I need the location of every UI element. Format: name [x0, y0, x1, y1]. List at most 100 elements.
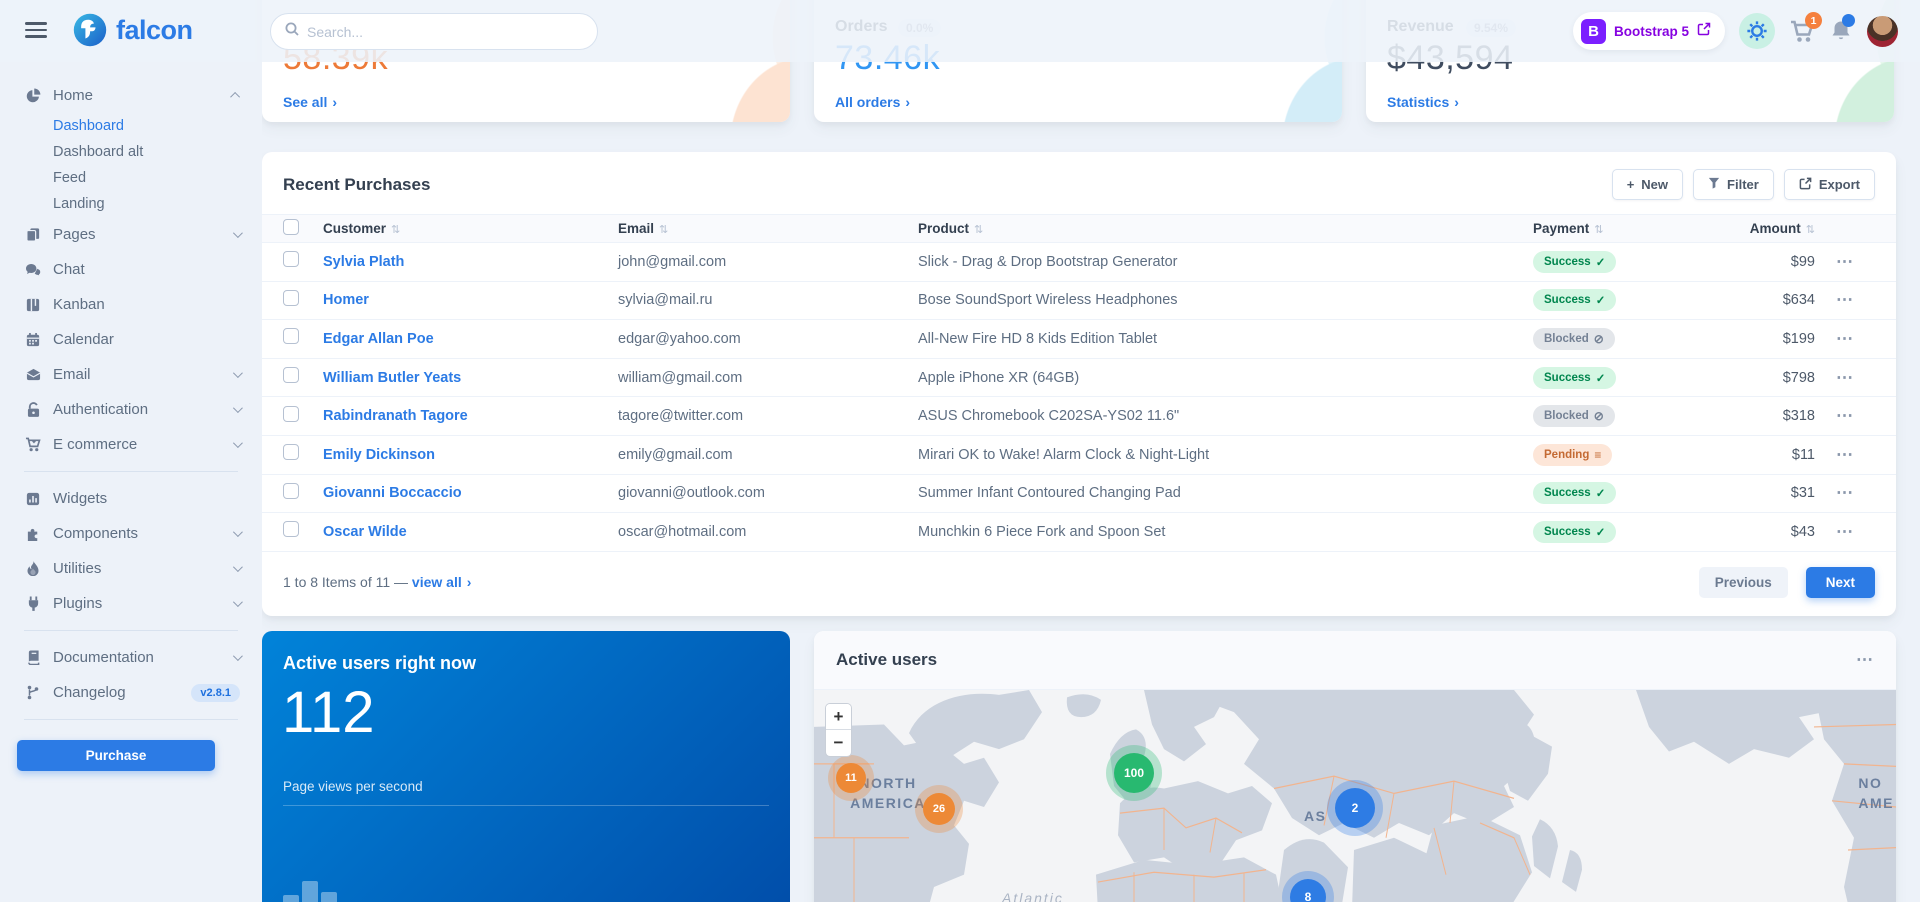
- customer-link[interactable]: Rabindranath Tagore: [323, 408, 618, 424]
- app-window: 58.39k See all Orders 0.0% 73.46k All or…: [0, 0, 1920, 902]
- brand-name: falcon: [116, 15, 193, 46]
- world-map[interactable]: + − NORTH AMERICA AS NO AME Atlantic 11 …: [814, 690, 1896, 902]
- product-cell: Munchkin 6 Piece Fork and Spoon Set: [918, 524, 1533, 540]
- status-icon: [1596, 525, 1606, 539]
- row-menu-button[interactable]: ⋯: [1815, 368, 1875, 388]
- map-marker-2[interactable]: 2: [1335, 788, 1375, 828]
- sidebar-item-dashboard[interactable]: Dashboard: [0, 113, 262, 139]
- sidebar-item-widgets[interactable]: Widgets: [0, 481, 262, 516]
- row-checkbox[interactable]: [283, 251, 299, 267]
- view-all-link[interactable]: view all: [412, 574, 471, 590]
- sort-icon: [659, 221, 668, 236]
- previous-button[interactable]: Previous: [1699, 567, 1788, 598]
- settings-button[interactable]: [1739, 13, 1775, 49]
- map-marker-100[interactable]: 100: [1114, 753, 1154, 793]
- sidebar-item-pages[interactable]: Pages: [0, 217, 262, 252]
- sidebar-item-email[interactable]: Email: [0, 357, 262, 392]
- hamburger-menu-button[interactable]: [25, 22, 47, 42]
- column-header-amount[interactable]: Amount: [1728, 221, 1815, 236]
- sidebar-item-dashboard-alt[interactable]: Dashboard alt: [0, 139, 262, 165]
- column-header-product[interactable]: Product: [918, 221, 1533, 236]
- row-checkbox[interactable]: [283, 367, 299, 383]
- sidebar-item-changelog[interactable]: Changelog v2.8.1: [0, 675, 262, 710]
- row-menu-button[interactable]: ⋯: [1815, 445, 1875, 465]
- bar: [302, 881, 318, 902]
- falcon-logo[interactable]: falcon: [72, 12, 193, 48]
- sidebar-item-authentication[interactable]: Authentication: [0, 392, 262, 427]
- sidebar-item-chat[interactable]: Chat: [0, 252, 262, 287]
- notifications-button[interactable]: [1829, 19, 1853, 43]
- row-checkbox[interactable]: [283, 290, 299, 306]
- customer-link[interactable]: Oscar Wilde: [323, 524, 618, 540]
- row-checkbox[interactable]: [283, 483, 299, 499]
- lock-icon: [24, 402, 42, 417]
- map-card-title: Active users: [836, 650, 937, 670]
- row-menu-button[interactable]: ⋯: [1815, 406, 1875, 426]
- sidebar-item-kanban[interactable]: Kanban: [0, 287, 262, 322]
- customer-link[interactable]: Edgar Allan Poe: [323, 331, 618, 347]
- select-all-checkbox[interactable]: [283, 219, 299, 235]
- zoom-in-button[interactable]: +: [826, 704, 851, 730]
- table-row: Giovanni Boccaccio giovanni@outlook.com …: [262, 475, 1896, 514]
- cart-icon: [24, 437, 42, 452]
- all-orders-link[interactable]: All orders: [835, 94, 910, 110]
- customer-link[interactable]: Emily Dickinson: [323, 447, 618, 463]
- search-input[interactable]: [307, 24, 583, 40]
- sidebar-item-plugins[interactable]: Plugins: [0, 586, 262, 621]
- status-icon: [1594, 409, 1604, 423]
- chevron-down-icon: [233, 597, 243, 607]
- map-marker-26[interactable]: 26: [923, 793, 955, 825]
- map-label-atlantic: Atlantic: [1002, 890, 1064, 902]
- user-avatar[interactable]: [1867, 16, 1898, 47]
- sidebar-item-landing[interactable]: Landing: [0, 191, 262, 217]
- row-checkbox[interactable]: [283, 521, 299, 537]
- sidebar-item-calendar[interactable]: Calendar: [0, 322, 262, 357]
- map-marker-11[interactable]: 11: [836, 763, 866, 793]
- see-all-link[interactable]: See all: [283, 94, 337, 110]
- table-row: Oscar Wilde oscar@hotmail.com Munchkin 6…: [262, 513, 1896, 552]
- row-checkbox[interactable]: [283, 406, 299, 422]
- column-header-customer[interactable]: Customer: [323, 221, 618, 236]
- row-checkbox[interactable]: [283, 328, 299, 344]
- table-row: Emily Dickinson emily@gmail.com Mirari O…: [262, 436, 1896, 475]
- sidebar-item-documentation[interactable]: Documentation: [0, 640, 262, 675]
- purchase-button[interactable]: Purchase: [17, 740, 215, 771]
- chevron-down-icon: [233, 438, 243, 448]
- map-card-menu-button[interactable]: ⋯: [1856, 650, 1874, 670]
- export-button[interactable]: Export: [1784, 169, 1875, 200]
- statistics-link[interactable]: Statistics: [1387, 94, 1459, 110]
- sidebar-item-utilities[interactable]: Utilities: [0, 551, 262, 586]
- bootstrap5-badge[interactable]: B Bootstrap 5: [1573, 12, 1725, 50]
- row-menu-button[interactable]: ⋯: [1815, 329, 1875, 349]
- active-now-value: 112: [282, 679, 374, 746]
- product-cell: Bose SoundSport Wireless Headphones: [918, 292, 1533, 308]
- customer-link[interactable]: Homer: [323, 292, 618, 308]
- status-icon: [1594, 332, 1604, 346]
- column-header-email[interactable]: Email: [618, 221, 918, 236]
- cart-button[interactable]: 1: [1789, 19, 1815, 43]
- customer-link[interactable]: Sylvia Plath: [323, 254, 618, 270]
- zoom-out-button[interactable]: −: [826, 730, 851, 756]
- row-menu-button[interactable]: ⋯: [1815, 252, 1875, 272]
- table-row: Rabindranath Tagore tagore@twitter.com A…: [262, 397, 1896, 436]
- status-icon: [1596, 293, 1606, 307]
- sort-icon: [974, 221, 983, 236]
- row-checkbox[interactable]: [283, 444, 299, 460]
- filter-icon: [1708, 177, 1720, 192]
- page-views-bar-chart: [262, 861, 790, 902]
- sidebar-item-ecommerce[interactable]: E commerce: [0, 427, 262, 462]
- customer-link[interactable]: Giovanni Boccaccio: [323, 485, 618, 501]
- sidebar-item-components[interactable]: Components: [0, 516, 262, 551]
- sidebar-item-home[interactable]: Home: [0, 78, 262, 113]
- row-menu-button[interactable]: ⋯: [1815, 290, 1875, 310]
- sidebar-item-feed[interactable]: Feed: [0, 165, 262, 191]
- new-button[interactable]: + New: [1612, 169, 1683, 200]
- filter-button[interactable]: Filter: [1693, 169, 1774, 200]
- row-menu-button[interactable]: ⋯: [1815, 483, 1875, 503]
- row-menu-button[interactable]: ⋯: [1815, 522, 1875, 542]
- column-header-payment[interactable]: Payment: [1533, 221, 1728, 236]
- status-badge: Success: [1533, 251, 1616, 273]
- next-button[interactable]: Next: [1806, 567, 1875, 598]
- status-badge: Success: [1533, 289, 1616, 311]
- customer-link[interactable]: William Butler Yeats: [323, 370, 618, 386]
